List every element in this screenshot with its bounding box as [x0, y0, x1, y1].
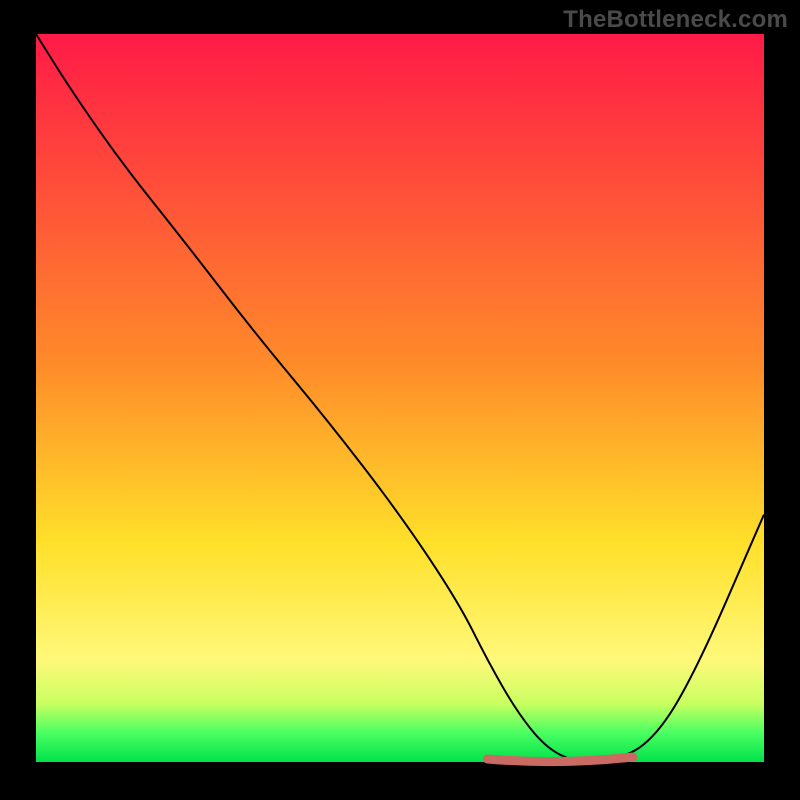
watermark-text: TheBottleneck.com — [563, 6, 788, 34]
chart-svg — [0, 0, 800, 800]
chart-container: TheBottleneck.com — [0, 0, 800, 800]
trough-marker — [487, 757, 633, 762]
gradient-background — [36, 34, 764, 762]
